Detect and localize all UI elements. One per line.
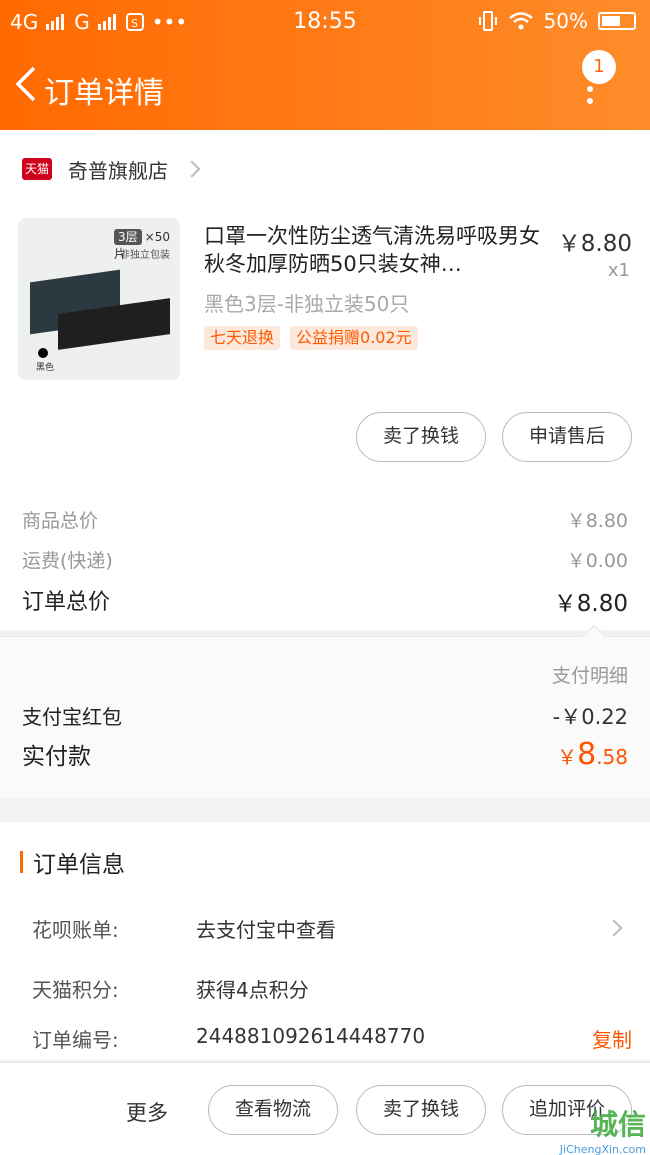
tmall-logo-icon: 天猫 (22, 158, 52, 180)
paid-amount-row: 实付款 ￥8.58 (22, 737, 628, 772)
payment-details: 支付明细 支付宝红包 -￥0.22 实付款 ￥8.58 (0, 624, 650, 798)
paid-currency: ￥ (557, 745, 578, 769)
app-header: 4G G S ••• 18:55 50% 订单详情 1 (0, 0, 650, 130)
wifi-icon (508, 12, 533, 30)
points-row: 天猫积分: 获得4点积分 (32, 974, 632, 1003)
product-price: ￥8.80 (557, 231, 632, 257)
paid-amount-value: ￥8.58 (557, 737, 628, 772)
watermark: 城信 JiChengXin.com (560, 1103, 646, 1155)
watermark-url: JiChengXin.com (559, 1143, 646, 1155)
notification-badge: 1 (582, 50, 616, 84)
goods-total-value: ￥8.80 (566, 510, 628, 532)
watermark-logo: 城信 (589, 1108, 646, 1141)
order-total-label: 订单总价 (22, 590, 111, 615)
paid-amount-label: 实付款 (22, 744, 91, 770)
order-item-card: 天猫 奇普旗舰店 3层 ×50片 非独立包装 黑色 口罩一次性防尘透气清洗易呼吸男… (0, 130, 650, 630)
pack-type: 非独立包装 (120, 250, 170, 261)
layer-tag: 3层 (114, 229, 142, 245)
chevron-right-icon (605, 919, 623, 937)
order-info-title: 订单信息 (33, 852, 125, 878)
product-quantity: x1 (607, 260, 630, 281)
shop-name: 奇普旗舰店 (68, 158, 168, 183)
red-packet-value: -￥0.22 (552, 705, 628, 729)
after-sale-button[interactable]: 申请售后 (502, 412, 632, 462)
points-value: 获得4点积分 (196, 978, 309, 1002)
chevron-right-icon (183, 160, 201, 178)
payment-detail-label: 支付明细 (551, 665, 628, 687)
color-swatch (38, 348, 48, 358)
charity-tag: 公益捐赠0.02元 (290, 326, 418, 350)
status-bar: 4G G S ••• 18:55 50% (0, 0, 650, 46)
copy-button[interactable]: 复制 (592, 1024, 632, 1053)
product-variant: 黑色3层-非独立装50只 (204, 292, 410, 316)
paid-integer: 8 (577, 737, 597, 772)
huabei-value: 去支付宝中查看 (196, 918, 336, 942)
bottom-action-bar: 更多 查看物流 卖了换钱 追加评价 城信 JiChengXin.com (0, 1062, 650, 1155)
more-menu-button[interactable]: 1 (582, 50, 632, 120)
huabei-label: 花呗账单: (32, 918, 119, 942)
order-number-value: 244881092614448770 (196, 1024, 426, 1048)
more-dots-icon (587, 86, 593, 110)
product-image[interactable]: 3层 ×50片 非独立包装 黑色 (18, 218, 180, 380)
goods-total-label: 商品总价 (22, 510, 99, 532)
order-number-row: 订单编号: 244881092614448770 复制 (32, 1024, 632, 1053)
sell-button[interactable]: 卖了换钱 (356, 412, 486, 462)
red-packet-label: 支付宝红包 (22, 705, 122, 729)
vibrate-icon (478, 11, 497, 31)
goods-total-row: 商品总价 ￥8.80 (22, 506, 628, 533)
battery-icon (598, 12, 636, 30)
view-logistics-button[interactable]: 查看物流 (208, 1085, 338, 1135)
shipping-label: 运费(快递) (22, 550, 113, 572)
product-tags: 七天退换 公益捐赠0.02元 (204, 326, 418, 350)
page-title: 订单详情 (44, 76, 164, 111)
order-total-row: 订单总价 ￥8.80 (22, 584, 628, 618)
order-total-value: ￥8.80 (553, 591, 628, 617)
huabei-row[interactable]: 花呗账单: 去支付宝中查看 (32, 914, 632, 943)
shipping-value: ￥0.00 (566, 550, 628, 572)
more-button[interactable]: 更多 (126, 1097, 168, 1127)
paid-decimal: .58 (596, 745, 628, 769)
battery-percent: 50% (543, 9, 588, 33)
return-policy-tag: 七天退换 (204, 326, 281, 350)
shop-link[interactable]: 天猫 奇普旗舰店 (22, 154, 201, 184)
order-number-label: 订单编号: (32, 1028, 119, 1052)
back-arrow-icon[interactable] (10, 64, 42, 104)
section-accent-bar (20, 851, 23, 873)
shipping-row: 运费(快递) ￥0.00 (22, 546, 628, 573)
order-info-card: 订单信息 花呗账单: 去支付宝中查看 天猫积分: 获得4点积分 订单编号: 24… (0, 822, 650, 1060)
product-title[interactable]: 口罩一次性防尘透气清洗易呼吸男女秋冬加厚防晒50只装女神… (204, 222, 544, 278)
color-label: 黑色 (36, 363, 55, 373)
nav-bar: 订单详情 1 (0, 50, 650, 120)
points-label: 天猫积分: (32, 978, 119, 1002)
sell-button-footer[interactable]: 卖了换钱 (356, 1085, 486, 1135)
red-packet-row: 支付宝红包 -￥0.22 (22, 701, 628, 731)
